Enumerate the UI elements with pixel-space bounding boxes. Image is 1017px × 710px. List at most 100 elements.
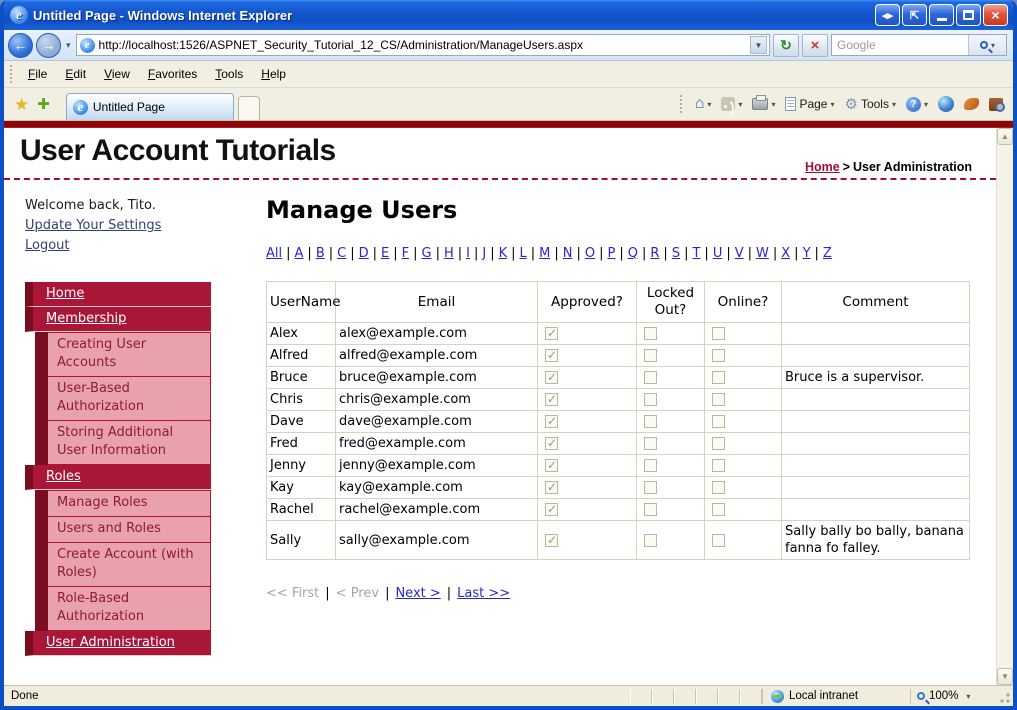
- locked-out-checkbox[interactable]: [644, 533, 657, 547]
- scroll-down-icon[interactable]: ▼: [997, 668, 1013, 685]
- filter-letter[interactable]: E: [381, 246, 389, 261]
- filter-letter[interactable]: X: [781, 246, 790, 261]
- refresh-button[interactable]: ↻: [773, 33, 799, 57]
- favorites-star-icon[interactable]: ★: [14, 96, 29, 113]
- nav-manage-roles[interactable]: Manage Roles: [35, 490, 211, 517]
- online-checkbox[interactable]: [712, 393, 725, 406]
- feeds-button[interactable]: ▾: [717, 94, 746, 114]
- filter-letter[interactable]: J: [482, 246, 486, 261]
- search-dropdown-icon[interactable]: ▾: [991, 41, 995, 50]
- filter-letter[interactable]: V: [735, 246, 744, 261]
- approved-checkbox[interactable]: [545, 413, 558, 430]
- breadcrumb-home-link[interactable]: Home: [805, 160, 840, 174]
- approved-checkbox[interactable]: [545, 347, 558, 364]
- print-button[interactable]: ▾: [748, 95, 779, 113]
- filter-letter[interactable]: U: [713, 246, 723, 261]
- addon-button[interactable]: [960, 95, 983, 113]
- nav-membership[interactable]: Membership: [25, 307, 211, 332]
- approved-checkbox[interactable]: [545, 325, 558, 342]
- menu-tools[interactable]: Tools: [206, 63, 252, 85]
- add-favorite-icon[interactable]: ✚: [37, 97, 50, 112]
- menu-help[interactable]: Help: [252, 63, 295, 85]
- scroll-up-icon[interactable]: ▲: [997, 128, 1013, 145]
- menu-edit[interactable]: Edit: [56, 63, 95, 85]
- toolbar-grip[interactable]: [10, 65, 13, 83]
- close-button[interactable]: ×: [983, 4, 1008, 26]
- nav-users-and-roles[interactable]: Users and Roles: [35, 517, 211, 543]
- filter-letter[interactable]: T: [692, 246, 700, 261]
- approved-checkbox[interactable]: [545, 532, 558, 549]
- menu-file[interactable]: File: [19, 63, 56, 85]
- online-checkbox[interactable]: [712, 459, 725, 472]
- approved-checkbox[interactable]: [545, 457, 558, 474]
- locked-out-checkbox[interactable]: [644, 437, 657, 450]
- command-bar-grip[interactable]: [679, 95, 683, 113]
- help-button[interactable]: ? ▾: [902, 94, 932, 115]
- nav-storing-additional-user-information[interactable]: Storing Additional User Information: [35, 421, 211, 465]
- nav-role-based-authorization[interactable]: Role-Based Authorization: [35, 587, 211, 631]
- locked-out-checkbox[interactable]: [644, 459, 657, 472]
- locked-out-checkbox[interactable]: [644, 349, 657, 362]
- locked-out-checkbox[interactable]: [644, 327, 657, 340]
- filter-letter[interactable]: Z: [823, 246, 832, 261]
- approved-checkbox[interactable]: [545, 479, 558, 496]
- nav-user-administration[interactable]: User Administration: [25, 631, 211, 656]
- filter-letter[interactable]: D: [359, 246, 369, 261]
- filter-all[interactable]: All: [266, 246, 282, 261]
- online-checkbox[interactable]: [712, 437, 725, 450]
- nav-create-account-with-roles[interactable]: Create Account (with Roles): [35, 543, 211, 587]
- tools-button[interactable]: ⚙ Tools ▾: [841, 94, 900, 115]
- menu-favorites[interactable]: Favorites: [139, 63, 206, 85]
- minimize-button[interactable]: [929, 4, 954, 26]
- locked-out-checkbox[interactable]: [644, 415, 657, 428]
- nav-roles[interactable]: Roles: [25, 465, 211, 490]
- page-button[interactable]: Page ▾: [781, 94, 838, 114]
- history-dropdown-icon[interactable]: ▾: [66, 40, 71, 51]
- nav-home[interactable]: Home: [25, 282, 211, 307]
- online-checkbox[interactable]: [712, 533, 725, 547]
- update-settings-link[interactable]: Update Your Settings: [25, 216, 211, 236]
- vertical-scrollbar[interactable]: ▲ ▼: [996, 128, 1013, 685]
- back-button[interactable]: ←: [8, 32, 33, 58]
- locked-out-checkbox[interactable]: [644, 503, 657, 516]
- filter-letter[interactable]: S: [672, 246, 680, 261]
- filter-letter[interactable]: A: [295, 246, 304, 261]
- online-checkbox[interactable]: [712, 349, 725, 362]
- filter-letter[interactable]: P: [608, 246, 616, 261]
- online-checkbox[interactable]: [712, 371, 725, 384]
- filter-letter[interactable]: L: [520, 246, 527, 261]
- filter-letter[interactable]: B: [316, 246, 325, 261]
- filter-letter[interactable]: I: [466, 246, 470, 261]
- filter-letter[interactable]: G: [421, 246, 431, 261]
- filter-letter[interactable]: W: [756, 246, 769, 261]
- online-checkbox[interactable]: [712, 415, 725, 428]
- menu-view[interactable]: View: [95, 63, 139, 85]
- messenger-button[interactable]: [934, 93, 958, 115]
- url-text[interactable]: http://localhost:1526/ASPNET_Security_Tu…: [99, 38, 750, 52]
- logout-link[interactable]: Logout: [25, 236, 211, 256]
- resize-grip[interactable]: [998, 688, 1011, 704]
- filter-letter[interactable]: Q: [628, 246, 638, 261]
- filter-letter[interactable]: N: [563, 246, 573, 261]
- zoom-dropdown-icon[interactable]: ▾: [966, 692, 970, 701]
- forward-button[interactable]: →: [36, 32, 61, 58]
- zoom-control[interactable]: 100% ▾: [910, 688, 996, 704]
- filter-letter[interactable]: R: [650, 246, 659, 261]
- address-dropdown-icon[interactable]: ▼: [750, 36, 767, 54]
- approved-checkbox[interactable]: [545, 435, 558, 452]
- tab-untitled-page[interactable]: e Untitled Page: [65, 93, 234, 120]
- pager-next[interactable]: Next >: [395, 586, 440, 601]
- dock-left-right-button[interactable]: ◂▸: [875, 4, 900, 26]
- search-button[interactable]: ▾: [968, 35, 1006, 55]
- pager-last[interactable]: Last >>: [457, 586, 510, 601]
- search-input[interactable]: Google ▾: [831, 34, 1007, 56]
- home-button[interactable]: ⌂ ▾: [691, 93, 716, 115]
- filter-letter[interactable]: H: [444, 246, 454, 261]
- nav-creating-user-accounts[interactable]: Creating User Accounts: [35, 332, 211, 377]
- nav-user-based-authorization[interactable]: User-Based Authorization: [35, 377, 211, 421]
- address-input[interactable]: e http://localhost:1526/ASPNET_Security_…: [75, 34, 770, 56]
- filter-letter[interactable]: O: [585, 246, 595, 261]
- online-checkbox[interactable]: [712, 503, 725, 516]
- popout-button[interactable]: ⇱: [902, 4, 927, 26]
- filter-letter[interactable]: Y: [803, 246, 811, 261]
